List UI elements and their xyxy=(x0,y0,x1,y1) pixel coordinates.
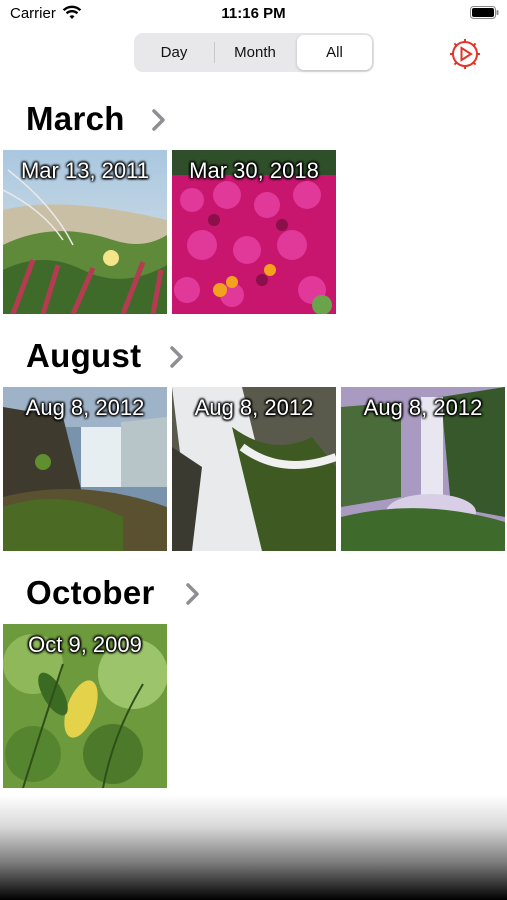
view-mode-segmented-control[interactable]: Day Month All xyxy=(134,33,374,72)
chevron-right-icon[interactable] xyxy=(151,108,167,132)
photo-thumbnail[interactable]: Aug 8, 2012 xyxy=(3,387,167,551)
photo-thumbnail[interactable]: Oct 9, 2009 xyxy=(3,624,167,788)
section-title-october[interactable]: October xyxy=(26,574,155,612)
photo-date-label: Aug 8, 2012 xyxy=(194,395,314,420)
section-title-august[interactable]: August xyxy=(26,337,141,375)
status-bar: Carrier 11:16 PM xyxy=(0,0,507,30)
chevron-right-icon[interactable] xyxy=(169,345,185,369)
settings-gear-icon[interactable] xyxy=(448,37,482,71)
bottom-fade-overlay xyxy=(0,795,507,900)
photo-date-label: Mar 30, 2018 xyxy=(189,158,319,183)
chevron-right-icon[interactable] xyxy=(185,582,201,606)
segment-divider xyxy=(214,42,215,63)
photo-date-label: Oct 9, 2009 xyxy=(28,632,142,657)
segment-month[interactable]: Month xyxy=(216,35,294,70)
battery-icon xyxy=(470,6,499,19)
photo-date-label: Aug 8, 2012 xyxy=(363,395,483,420)
photo-thumbnail[interactable]: Aug 8, 2012 xyxy=(172,387,336,551)
segment-day[interactable]: Day xyxy=(136,35,212,70)
photo-date-label: Aug 8, 2012 xyxy=(25,395,145,420)
section-title-march[interactable]: March xyxy=(26,100,125,138)
photo-thumbnail[interactable]: Aug 8, 2012 xyxy=(341,387,505,551)
photo-date-label: Mar 13, 2011 xyxy=(20,158,149,183)
photo-thumbnail[interactable]: Mar 30, 2018 xyxy=(172,150,336,314)
status-time: 11:16 PM xyxy=(221,5,286,22)
photo-thumbnail[interactable]: Mar 13, 2011 xyxy=(3,150,167,314)
segment-all[interactable]: All xyxy=(297,35,372,70)
